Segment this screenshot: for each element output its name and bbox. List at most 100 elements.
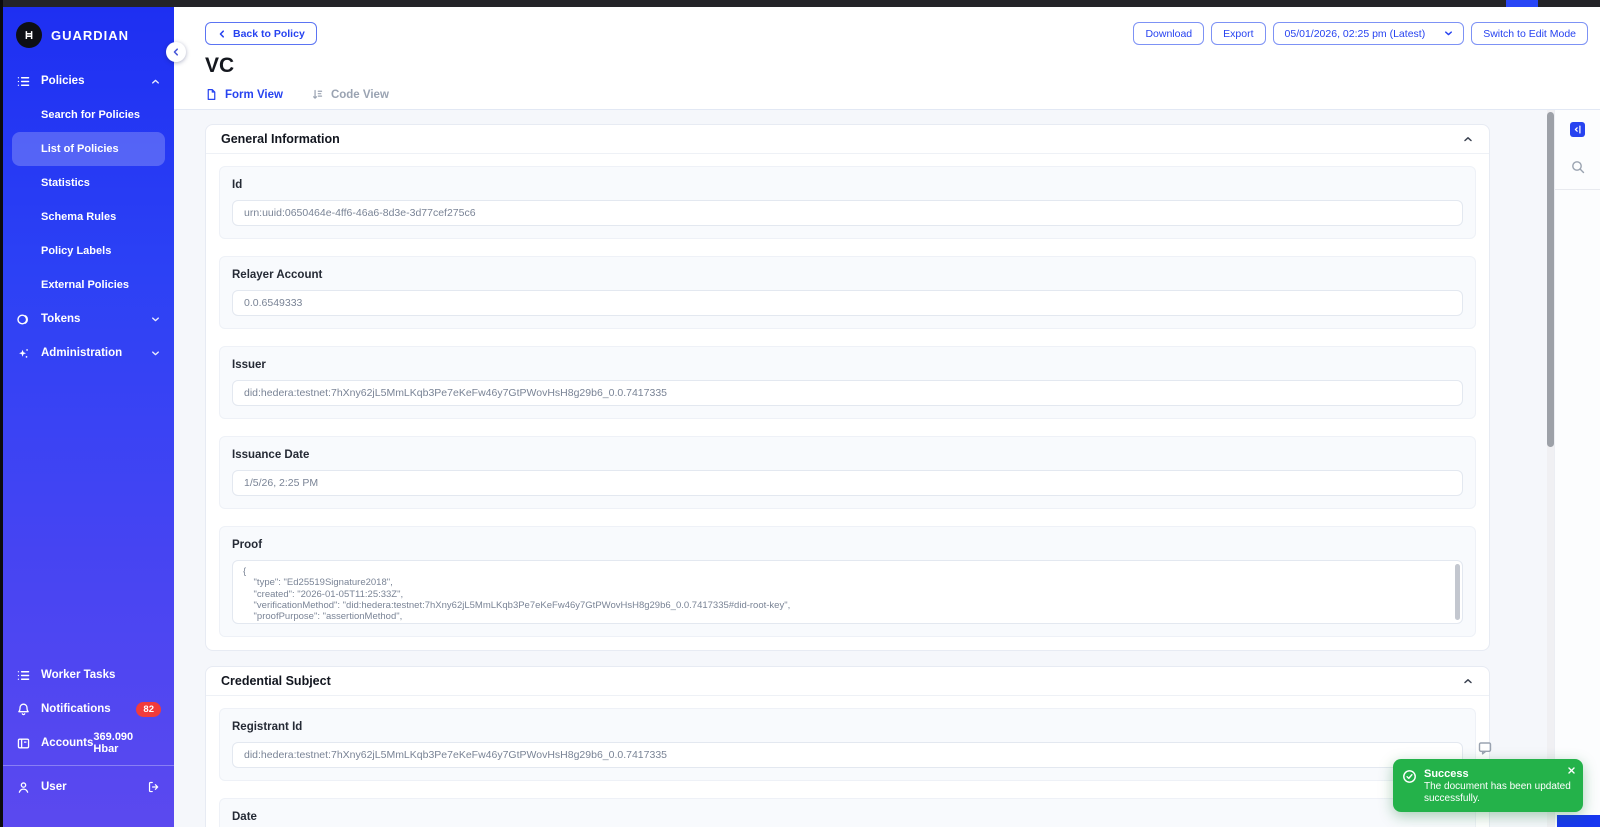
registrant-id-input[interactable] <box>232 742 1463 768</box>
header-actions: Download Export 05/01/2026, 02:25 pm (La… <box>1133 22 1588 45</box>
success-toast: Success The document has been updated su… <box>1393 759 1583 812</box>
sidebar-item-tokens[interactable]: Tokens <box>3 302 174 336</box>
panel-toggle-icon[interactable] <box>1570 122 1585 137</box>
logout-icon[interactable] <box>147 780 161 794</box>
sidebar-item-label: Accounts <box>41 737 94 749</box>
sidebar-item-label: Tokens <box>41 313 81 325</box>
search-icon[interactable] <box>1570 159 1586 175</box>
section-title: Credential Subject <box>221 674 331 688</box>
sidebar-item-label: Policy Labels <box>41 245 112 257</box>
close-icon[interactable] <box>1567 766 1576 775</box>
sidebar-item-label: Policies <box>41 75 85 87</box>
sidebar-divider <box>3 765 174 766</box>
sidebar-item-label: User <box>41 781 67 793</box>
window-left-edge <box>0 0 3 827</box>
field-label: Relayer Account <box>232 269 323 281</box>
sidebar-item-label: Search for Policies <box>41 109 141 121</box>
tab-code-view[interactable]: Code View <box>311 88 389 101</box>
toast-message: The document has been updated successful… <box>1424 781 1571 805</box>
brand-logo: GUARDIAN <box>3 7 174 56</box>
proof-line: "proofPurpose": "assertionMethod", <box>243 611 403 623</box>
sidebar-item-policies[interactable]: Policies <box>3 64 174 98</box>
tab-label: Code View <box>330 88 389 101</box>
right-toolbar <box>1554 110 1600 827</box>
main-scrollbar-track[interactable] <box>1547 110 1554 827</box>
field-card-id: Id <box>219 166 1476 239</box>
notifications-badge: 82 <box>136 701 161 717</box>
chevron-down-icon <box>1445 31 1453 36</box>
proof-textarea[interactable]: { "type": "Ed25519Signature2018", "creat… <box>232 560 1463 624</box>
sidebar-item-search-for-policies[interactable]: Search for Policies <box>12 98 165 132</box>
sidebar-item-list-of-policies[interactable]: List of Policies <box>12 132 165 166</box>
document-content: General Information Id Relayer Account I… <box>174 110 1547 827</box>
corner-accent <box>1557 815 1600 827</box>
list-icon <box>16 668 31 683</box>
user-icon <box>16 780 31 795</box>
sidebar-collapse-button[interactable] <box>166 42 186 62</box>
credential-subject-header[interactable]: Credential Subject <box>206 667 1489 696</box>
toast-title: Success <box>1424 768 1469 780</box>
sidebar-item-label: Administration <box>41 347 123 359</box>
switch-to-edit-mode-button[interactable]: Switch to Edit Mode <box>1471 22 1588 45</box>
version-select[interactable]: 05/01/2026, 02:25 pm (Latest) <box>1272 22 1465 45</box>
main-scrollbar-thumb[interactable] <box>1547 112 1554 447</box>
sidebar-item-label: Schema Rules <box>41 211 117 223</box>
sidebar-item-external-policies[interactable]: External Policies <box>12 268 165 302</box>
relayer-account-input[interactable] <box>232 290 1463 316</box>
field-label: Registrant Id <box>232 721 303 733</box>
field-card-registrant-id: Registrant Id <box>219 708 1476 781</box>
proof-line: "created": "2026-01-05T11:25:33Z", <box>243 588 404 600</box>
view-tabs: Form View Code View <box>205 88 389 101</box>
download-button[interactable]: Download <box>1133 22 1205 45</box>
admin-icon <box>16 346 31 361</box>
proof-scrollbar[interactable] <box>1455 564 1460 620</box>
sidebar-item-schema-rules[interactable]: Schema Rules <box>12 200 165 234</box>
toast-text: Success The document has been updated su… <box>1424 768 1575 812</box>
wallet-icon <box>16 736 31 751</box>
field-card-issuance-date: Issuance Date <box>219 436 1476 509</box>
chevron-left-icon <box>219 29 224 38</box>
sidebar-item-label: External Policies <box>41 279 130 291</box>
sidebar-item-user[interactable]: User <box>3 770 174 804</box>
issuance-date-input[interactable] <box>232 470 1463 496</box>
sidebar-item-statistics[interactable]: Statistics <box>12 166 165 200</box>
sidebar-item-policy-labels[interactable]: Policy Labels <box>12 234 165 268</box>
right-toolbar-group <box>1555 110 1600 190</box>
sidebar-item-label: Statistics <box>41 177 90 189</box>
tab-label: Form View <box>225 88 283 101</box>
tab-form-view[interactable]: Form View <box>205 88 283 101</box>
issuer-input[interactable] <box>232 380 1463 406</box>
chevron-down-icon <box>150 348 161 359</box>
back-button-label: Back to Policy <box>233 27 305 40</box>
general-information-panel: General Information Id Relayer Account I… <box>205 124 1490 651</box>
sidebar-item-worker-tasks[interactable]: Worker Tasks <box>3 658 174 692</box>
page-header: Back to Policy Download Export 05/01/202… <box>174 7 1600 110</box>
proof-line: { <box>243 566 247 577</box>
chevron-up-icon <box>150 76 161 87</box>
sidebar-item-label: List of Policies <box>41 143 119 155</box>
list-icon <box>16 74 31 89</box>
field-card-proof: Proof { "type": "Ed25519Signature2018", … <box>219 526 1476 637</box>
chevron-down-icon <box>150 314 161 325</box>
id-input[interactable] <box>232 200 1463 226</box>
comment-icon[interactable] <box>1477 740 1493 756</box>
export-button[interactable]: Export <box>1211 22 1266 45</box>
token-icon <box>16 312 31 327</box>
brand-name: GUARDIAN <box>51 27 130 43</box>
sidebar-footer: Worker Tasks Notifications 82 Accounts 3… <box>3 658 174 827</box>
credential-subject-body: Registrant Id Date <box>206 696 1489 827</box>
bell-icon <box>16 702 31 717</box>
general-information-body: Id Relayer Account Issuer Issuance Date … <box>206 154 1489 650</box>
proof-line: "jws": "eyJhbGciOiJFZERTQSIsImNyaXQiOlsi… <box>243 622 1446 623</box>
doc-icon <box>207 89 216 100</box>
sidebar-item-notifications[interactable]: Notifications 82 <box>3 692 174 726</box>
sidebar-item-administration[interactable]: Administration <box>3 336 174 370</box>
field-label: Proof <box>232 539 263 551</box>
check-circle-icon <box>1402 769 1417 812</box>
chevron-up-icon <box>1462 675 1474 687</box>
back-to-policy-button[interactable]: Back to Policy <box>205 22 317 45</box>
sidebar-item-accounts[interactable]: Accounts 369.090 Hbar <box>3 726 174 760</box>
section-title: General Information <box>221 132 340 146</box>
browser-top-accent <box>1506 0 1538 7</box>
general-information-header[interactable]: General Information <box>206 125 1489 154</box>
